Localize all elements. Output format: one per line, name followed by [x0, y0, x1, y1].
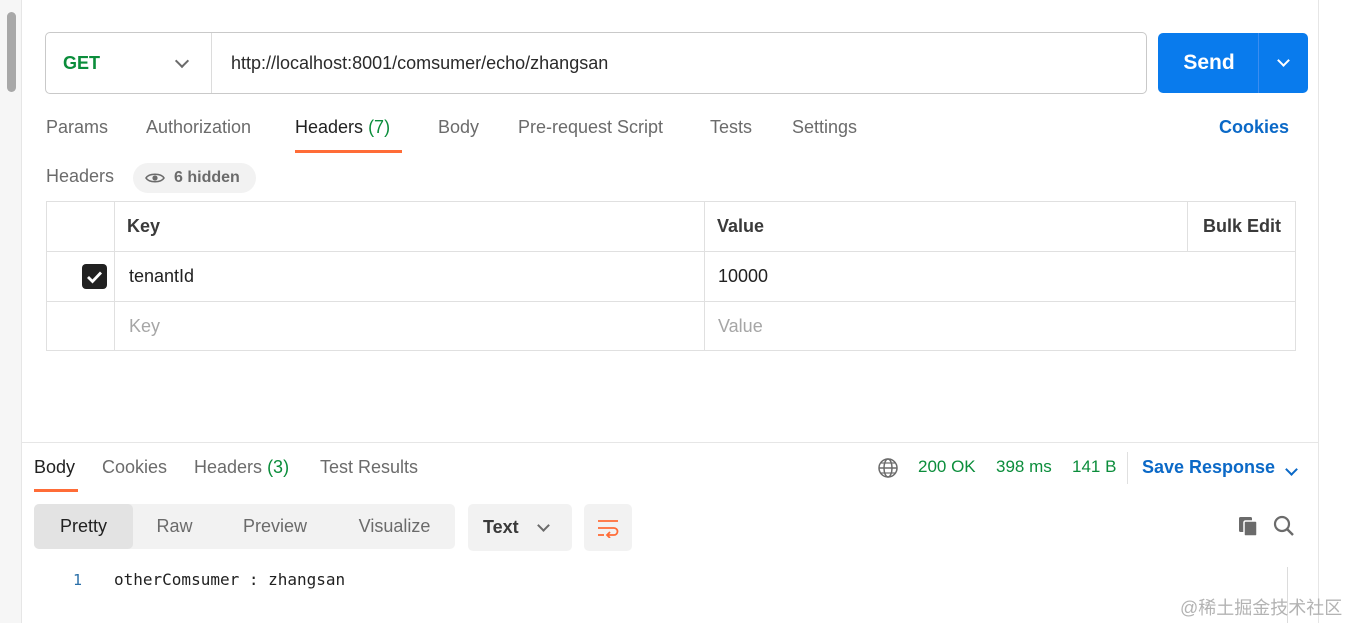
- column-header-key: Key: [127, 216, 161, 236]
- hidden-headers-label: 6 hidden: [174, 169, 240, 186]
- send-options-button[interactable]: [1259, 54, 1308, 67]
- chevron-down-icon: [536, 518, 550, 532]
- tab-label: Params: [46, 117, 109, 137]
- header-value-input[interactable]: 10000: [718, 252, 768, 301]
- save-response-options[interactable]: [1285, 461, 1298, 479]
- new-value-input[interactable]: Value: [718, 302, 763, 351]
- chevron-down-icon: [174, 53, 190, 68]
- method-label: GET: [63, 52, 101, 73]
- column-divider: [1187, 202, 1188, 252]
- tab-tests[interactable]: Tests: [710, 117, 752, 138]
- status-code[interactable]: 200 OK: [918, 457, 976, 477]
- response-tab-headers[interactable]: Headers (3): [194, 457, 289, 478]
- tab-count: (3): [267, 457, 290, 477]
- scrollbar-thumb[interactable]: [7, 12, 16, 92]
- right-divider: [1318, 0, 1319, 623]
- send-button[interactable]: Send: [1158, 51, 1258, 75]
- tab-authorization[interactable]: Authorization: [146, 117, 251, 138]
- response-tab-cookies[interactable]: Cookies: [102, 457, 167, 478]
- view-mode-visualize[interactable]: Visualize: [334, 504, 455, 549]
- eye-icon: [145, 173, 165, 183]
- row-enabled-checkbox[interactable]: [82, 264, 107, 289]
- status-divider: [1127, 452, 1128, 484]
- table-row: tenantId 10000: [47, 252, 1295, 302]
- url-bar: GET http://localhost:8001/comsumer/echo/…: [45, 32, 1147, 94]
- cookies-link[interactable]: Cookies: [1219, 117, 1289, 138]
- format-select[interactable]: Text: [468, 504, 572, 551]
- hidden-headers-toggle[interactable]: 6 hidden: [133, 163, 256, 193]
- bulk-edit-button[interactable]: Bulk Edit: [1203, 202, 1281, 251]
- table-row-new: Key Value: [47, 302, 1295, 352]
- tab-label: Body: [34, 457, 76, 477]
- view-mode-preview[interactable]: Preview: [216, 504, 334, 549]
- tab-pre-request-script[interactable]: Pre-request Script: [518, 117, 663, 138]
- watermark: @稀土掘金技术社区: [1180, 598, 1343, 618]
- table-header-row: Key Value Bulk Edit: [47, 202, 1295, 252]
- tab-count: (7): [368, 117, 391, 137]
- active-tab-indicator: [295, 150, 402, 153]
- view-mode-raw[interactable]: Raw: [133, 504, 216, 549]
- tab-label: Headers: [295, 117, 364, 137]
- response-body-line: otherComsumer : zhangsan: [114, 570, 346, 589]
- tab-label: Body: [438, 117, 480, 137]
- response-size[interactable]: 141 B: [1072, 457, 1116, 477]
- tab-headers[interactable]: Headers (7): [295, 117, 390, 138]
- response-divider[interactable]: [22, 442, 1318, 443]
- globe-icon[interactable]: [877, 457, 899, 479]
- tab-label: Pre-request Script: [518, 117, 664, 137]
- method-select[interactable]: GET: [46, 33, 212, 93]
- headers-section-title: Headers: [46, 166, 115, 186]
- view-mode-group: Pretty Raw Preview Visualize: [34, 504, 455, 549]
- headers-table: Key Value Bulk Edit tenantId 10000 Key V…: [46, 201, 1296, 351]
- tab-label: Authorization: [146, 117, 252, 137]
- format-label: Text: [483, 517, 519, 537]
- response-tab-test-results[interactable]: Test Results: [320, 457, 418, 478]
- line-number: 1: [73, 571, 83, 589]
- tab-label: Headers: [194, 457, 263, 477]
- tab-settings[interactable]: Settings: [792, 117, 857, 138]
- chevron-down-icon: [1285, 463, 1298, 476]
- row-checkbox-cell: [82, 252, 107, 301]
- new-key-input[interactable]: Key: [129, 302, 160, 351]
- left-gutter: [0, 0, 22, 623]
- column-divider: [114, 202, 115, 350]
- tab-body[interactable]: Body: [438, 117, 479, 138]
- search-icon[interactable]: [1273, 515, 1295, 537]
- chevron-down-icon: [1277, 54, 1290, 67]
- wrap-lines-icon: [598, 519, 619, 538]
- view-mode-pretty[interactable]: Pretty: [34, 504, 133, 549]
- copy-icon[interactable]: [1237, 515, 1259, 537]
- column-divider: [704, 202, 705, 350]
- tab-label: Cookies: [102, 457, 168, 477]
- url-input[interactable]: http://localhost:8001/comsumer/echo/zhan…: [212, 53, 608, 74]
- save-response-button[interactable]: Save Response: [1142, 457, 1275, 478]
- header-key-input[interactable]: tenantId: [129, 252, 194, 301]
- send-button-group: Send: [1158, 33, 1308, 93]
- wrap-lines-button[interactable]: [584, 504, 632, 551]
- active-response-tab-indicator: [34, 489, 78, 492]
- tab-label: Test Results: [320, 457, 419, 477]
- response-time[interactable]: 398 ms: [996, 457, 1052, 477]
- tab-params[interactable]: Params: [46, 117, 108, 138]
- checkmark-icon: [87, 271, 103, 284]
- tab-label: Tests: [710, 117, 753, 137]
- tab-label: Settings: [792, 117, 858, 137]
- response-tab-body[interactable]: Body: [34, 457, 75, 478]
- column-header-value: Value: [717, 216, 765, 236]
